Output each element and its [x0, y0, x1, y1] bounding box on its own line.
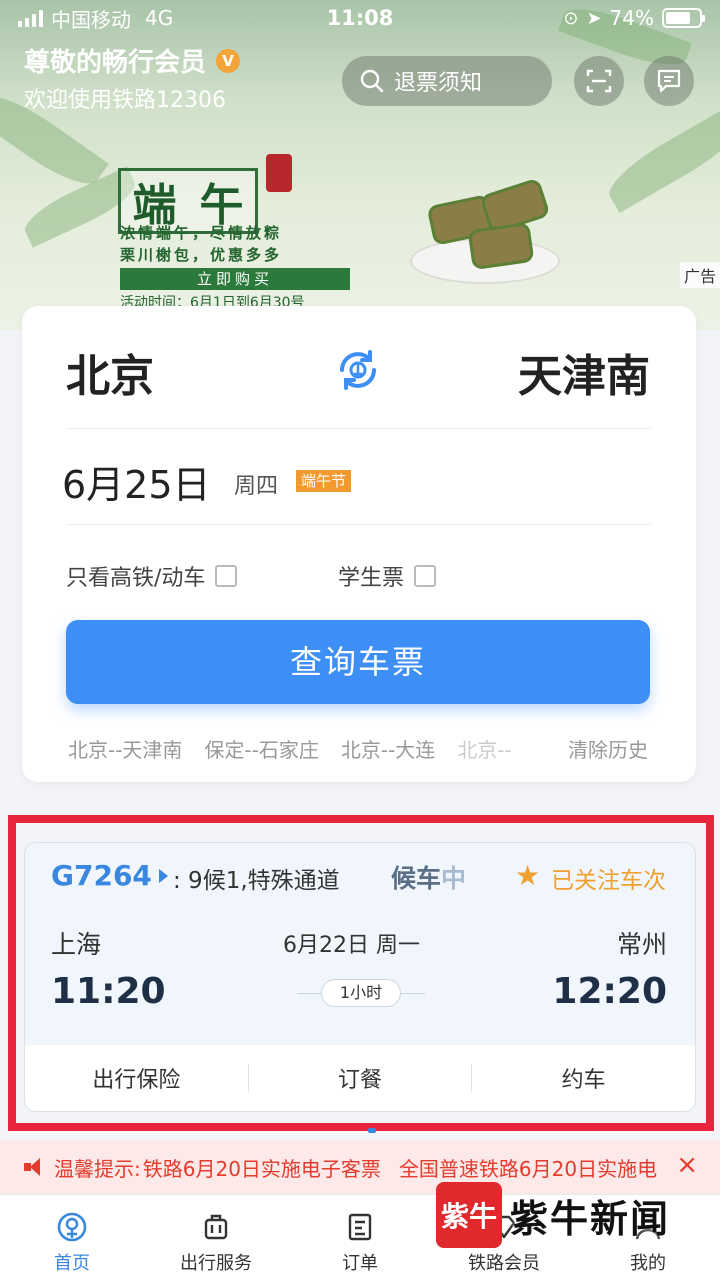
ad-tag: 广告: [679, 262, 720, 288]
promo-line-2: 栗川榭包，优惠多多: [120, 246, 283, 264]
tab-orders[interactable]: 订单: [288, 1195, 432, 1280]
luggage-icon: [204, 1214, 228, 1240]
railway-logo-icon: [57, 1212, 87, 1242]
message-icon: [657, 69, 681, 93]
clock: 11:08: [326, 6, 394, 30]
member-title-text: 尊敬的畅行会员: [24, 48, 207, 78]
watermark: 紫牛 紫牛新闻: [436, 1182, 670, 1248]
play-icon: [159, 869, 168, 883]
clear-history-button[interactable]: 清除历史: [568, 734, 648, 763]
highspeed-only-checkbox[interactable]: [215, 565, 238, 587]
student-ticket-label: 学生票: [338, 566, 405, 591]
order-list-icon: [348, 1213, 372, 1241]
page-indicator: [368, 1128, 376, 1133]
search-button[interactable]: 退票须知: [342, 56, 552, 106]
waiting-room-note: : 9候1,特殊通道: [173, 868, 340, 894]
highspeed-only-label: 只看高铁/动车: [66, 566, 206, 591]
travel-weekday: 周四: [234, 474, 279, 499]
status-bar: 中国移动 4G 11:08 ⊙ ➤ 74%: [0, 0, 720, 36]
history-item[interactable]: 北京--天津南: [68, 734, 182, 763]
highspeed-only-option[interactable]: 只看高铁/动车: [66, 560, 238, 592]
vip-badge-icon: V: [216, 48, 241, 73]
tab-label: 订单: [342, 1253, 378, 1274]
student-ticket-checkbox[interactable]: [414, 565, 437, 587]
search-icon: [360, 69, 384, 93]
swap-stations-icon[interactable]: [334, 346, 382, 394]
star-icon[interactable]: ★: [515, 859, 540, 892]
notice-text: 铁路6月20日实施电子客票: [142, 1156, 381, 1181]
tab-home[interactable]: 首页: [0, 1195, 144, 1280]
divider: [66, 428, 652, 429]
watermark-logo-icon: 紫牛: [436, 1182, 502, 1248]
bamboo-leaf-decoration: [600, 105, 720, 213]
tab-label: 我的: [630, 1253, 666, 1274]
zongzi-image: [467, 221, 535, 271]
divider: [66, 524, 652, 525]
from-city[interactable]: 北京: [66, 340, 154, 404]
train-number[interactable]: G7264: [51, 859, 152, 892]
welcome-text: 欢迎使用铁路12306: [24, 88, 226, 113]
departure-time: 11:20: [51, 971, 166, 1012]
duration-badge: 1小时: [321, 979, 401, 1007]
travel-date: 6月25日: [62, 463, 211, 507]
notice-text: 全国普速铁路6月20日实施电: [398, 1156, 658, 1181]
train-status-text: 候车: [391, 864, 442, 893]
speaker-icon: [24, 1158, 46, 1176]
trip-actions: 出行保险 订餐 约车: [25, 1045, 695, 1111]
arrival-time: 12:20: [552, 971, 667, 1012]
close-icon[interactable]: ×: [670, 1150, 698, 1180]
train-status: 候车中: [391, 859, 466, 895]
message-button[interactable]: [644, 56, 694, 106]
scan-icon: [586, 69, 612, 93]
arrival-station: 常州: [616, 930, 667, 959]
travel-insurance-button[interactable]: 出行保险: [25, 1062, 248, 1094]
promo-buy-button[interactable]: 立即购买: [120, 268, 350, 290]
train-status-suffix: 中: [441, 864, 467, 893]
tab-label: 铁路会员: [468, 1253, 540, 1274]
query-tickets-button[interactable]: 查询车票: [66, 620, 650, 704]
member-title[interactable]: 尊敬的畅行会员 V: [24, 42, 241, 79]
seal-icon: [266, 154, 292, 192]
trip-card[interactable]: G7264 : 9候1,特殊通道 候车中 ★ 已关注车次 上海 6月22日 周一…: [24, 842, 696, 1112]
search-label: 退票须知: [394, 71, 483, 96]
watermark-text: 紫牛新闻: [510, 1195, 671, 1241]
tab-label: 出行服务: [180, 1253, 252, 1274]
notice-label: 温馨提示:: [54, 1156, 141, 1181]
history-item[interactable]: 北京--大连: [341, 734, 435, 763]
ticket-search-card: 北京 天津南 6月25日 周四 端午节 只看高铁/动车 学生票 查询车票 北京-…: [22, 306, 696, 782]
battery-level: [666, 12, 690, 24]
scan-button[interactable]: [574, 56, 624, 106]
holiday-badge: 端午节: [296, 470, 352, 492]
trip-date: 6月22日 周一: [283, 933, 420, 958]
promo-line-1: 浓情端午，尽情放粽: [120, 224, 283, 242]
student-ticket-option[interactable]: 学生票: [338, 560, 437, 592]
tab-travel-services[interactable]: 出行服务: [144, 1195, 288, 1280]
departure-station: 上海: [51, 930, 102, 959]
history-item[interactable]: 北京--: [457, 734, 521, 763]
history-item[interactable]: 保定--石家庄: [204, 734, 318, 763]
followed-train-label[interactable]: 已关注车次: [551, 861, 666, 895]
battery-icon: [662, 8, 705, 28]
to-city[interactable]: 天津南: [518, 340, 650, 404]
search-history: 北京--天津南 保定--石家庄 北京--大连 北京-- 清除历史: [68, 734, 648, 763]
book-car-button[interactable]: 约车: [472, 1062, 695, 1094]
order-meal-button[interactable]: 订餐: [249, 1062, 472, 1094]
tab-label: 首页: [54, 1253, 90, 1274]
header-banner: 中国移动 4G 11:08 ⊙ ➤ 74% 尊敬的畅行会员 V 欢迎使用铁路12…: [0, 0, 720, 330]
